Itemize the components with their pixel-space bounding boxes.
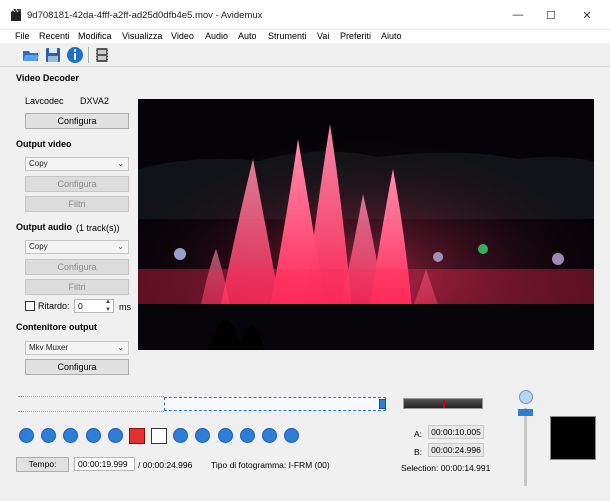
time-button[interactable]: Tempo: [16, 457, 69, 472]
video-preview [138, 99, 594, 350]
muxer-configure-button[interactable]: Configura [25, 359, 129, 375]
next-frame-icon[interactable] [63, 428, 78, 443]
timeline-track-lower [18, 411, 164, 412]
next-keyframe-icon[interactable] [108, 428, 123, 443]
avidemux-app-icon [11, 9, 21, 21]
marker-a-field: 00:00:10.005 [428, 425, 484, 439]
timeline-track-upper [18, 396, 164, 397]
marker-b-label: B: [414, 447, 423, 457]
toolbar [0, 43, 610, 67]
delay-value: 0 [78, 301, 83, 311]
film-properties-icon[interactable] [93, 46, 111, 64]
menu-help[interactable]: Aiuto [381, 31, 402, 41]
menu-favorites[interactable]: Preferiti [340, 31, 371, 41]
muxer-select[interactable]: Mkv Muxer ⌄ [25, 341, 129, 355]
toolbar-separator [88, 47, 89, 63]
delay-checkbox[interactable] [25, 301, 35, 311]
selection-duration: Selection: 00:00:14.991 [401, 463, 491, 473]
chevron-down-icon: ⌄ [117, 343, 124, 352]
video-configure-button[interactable]: Configura [25, 176, 129, 192]
goto-start-icon[interactable] [218, 428, 233, 443]
save-disk-icon[interactable] [44, 46, 62, 64]
output-video-heading: Output video [16, 139, 72, 149]
selection-range[interactable] [164, 397, 386, 411]
marker-b-field: 00:00:24.996 [428, 443, 484, 457]
chevron-down-icon: ⌄ [117, 242, 124, 251]
fountain-frame-image [138, 99, 594, 350]
current-time-field[interactable]: 00:00:19.999 [74, 457, 135, 471]
delay-label: Ritardo: [38, 301, 70, 311]
menu-bar: File Recenti Modifica Visualizza Video A… [0, 30, 610, 43]
jog-marker [443, 400, 445, 408]
set-marker-a-icon[interactable] [129, 428, 145, 444]
play-icon[interactable] [19, 428, 34, 443]
menu-go[interactable]: Vai [317, 31, 329, 41]
volume-speaker-icon[interactable] [519, 390, 533, 404]
goto-marker-a-icon[interactable] [262, 428, 277, 443]
audio-codec-select[interactable]: Copy ⌄ [25, 240, 129, 254]
muxer-value: Mkv Muxer [29, 343, 69, 352]
title-bar: 9d708181-42da-4fff-a2ff-ad25d0dfb4e5.mov… [0, 0, 610, 30]
menu-file[interactable]: File [15, 31, 30, 41]
volume-slider-thumb[interactable] [518, 409, 533, 416]
spin-arrows-icon[interactable]: ▲ ▼ [105, 298, 111, 314]
set-marker-b-icon[interactable] [151, 428, 167, 444]
previous-black-frame-icon[interactable] [173, 428, 188, 443]
menu-video[interactable]: Video [171, 31, 194, 41]
goto-end-icon[interactable] [240, 428, 255, 443]
decoder-codec-label: Lavcodec [25, 96, 64, 106]
video-decoder-heading: Video Decoder [16, 73, 79, 83]
audio-codec-value: Copy [29, 242, 48, 251]
window-title: 9d708181-42da-4fff-a2ff-ad25d0dfb4e5.mov… [27, 10, 263, 21]
audio-configure-button[interactable]: Configura [25, 259, 129, 275]
output-audio-heading: Output audio [16, 222, 72, 232]
total-time-label: / 00:00:24.996 [138, 460, 193, 470]
video-codec-select[interactable]: Copy ⌄ [25, 157, 129, 171]
menu-view[interactable]: Visualizza [122, 31, 162, 41]
menu-audio[interactable]: Audio [205, 31, 228, 41]
menu-edit[interactable]: Modifica [78, 31, 112, 41]
jog-shuttle[interactable] [403, 398, 483, 409]
volume-slider-track[interactable] [524, 408, 527, 486]
delay-spinbox[interactable]: 0 ▲ ▼ [74, 299, 114, 313]
previous-frame-icon[interactable] [41, 428, 56, 443]
goto-marker-b-icon[interactable] [284, 428, 299, 443]
timeline-slider-thumb[interactable] [379, 399, 386, 409]
container-heading: Contenitore output [16, 322, 97, 332]
audio-meter [550, 416, 596, 460]
frame-type-label: Tipo di fotogramma: I-FRM (00) [211, 460, 330, 470]
close-button[interactable]: ✕ [564, 0, 610, 30]
decoder-hw-label: DXVA2 [80, 96, 109, 106]
next-black-frame-icon[interactable] [195, 428, 210, 443]
audio-filters-button[interactable]: Filtri [25, 279, 129, 295]
delay-unit: ms [119, 302, 131, 312]
decoder-configure-button[interactable]: Configura [25, 113, 129, 129]
video-codec-value: Copy [29, 159, 48, 168]
previous-keyframe-icon[interactable] [86, 428, 101, 443]
menu-recent[interactable]: Recenti [39, 31, 70, 41]
video-filters-button[interactable]: Filtri [25, 196, 129, 212]
menu-tools[interactable]: Strumenti [268, 31, 307, 41]
info-icon[interactable] [66, 46, 84, 64]
audio-track-count: (1 track(s)) [76, 223, 120, 233]
chevron-down-icon: ⌄ [117, 159, 124, 168]
menu-auto[interactable]: Auto [238, 31, 257, 41]
open-folder-icon[interactable] [22, 46, 40, 64]
marker-a-label: A: [414, 429, 423, 439]
